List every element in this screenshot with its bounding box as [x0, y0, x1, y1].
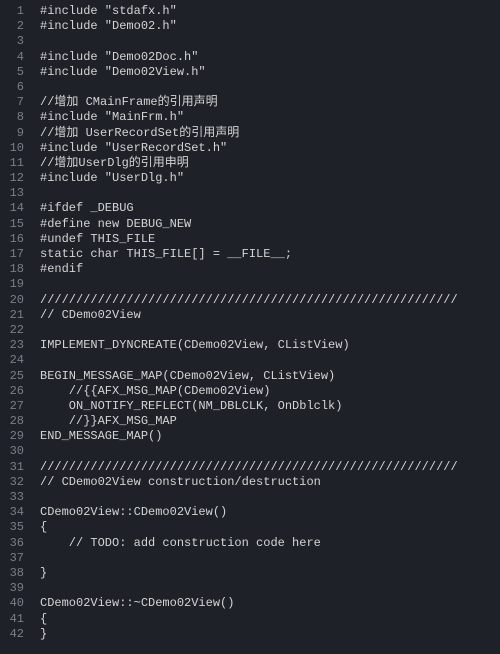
line-number: 39	[0, 581, 24, 596]
code-line[interactable]: }	[40, 566, 500, 581]
code-area[interactable]: #include "stdafx.h"#include "Demo02.h" #…	[30, 0, 500, 654]
line-number: 8	[0, 110, 24, 125]
line-number: 37	[0, 551, 24, 566]
line-number: 2	[0, 19, 24, 34]
line-number: 18	[0, 262, 24, 277]
line-number: 36	[0, 536, 24, 551]
code-line[interactable]: #include "MainFrm.h"	[40, 110, 500, 125]
code-line[interactable]	[40, 353, 500, 368]
code-line[interactable]	[40, 277, 500, 292]
code-line[interactable]: #include "Demo02.h"	[40, 19, 500, 34]
code-line[interactable]: //增加UserDlg的引用申明	[40, 156, 500, 171]
code-line[interactable]: IMPLEMENT_DYNCREATE(CDemo02View, CListVi…	[40, 338, 500, 353]
line-number: 16	[0, 232, 24, 247]
line-number: 21	[0, 308, 24, 323]
line-number: 3	[0, 34, 24, 49]
line-number: 25	[0, 369, 24, 384]
code-line[interactable]: #include "stdafx.h"	[40, 4, 500, 19]
line-number: 35	[0, 520, 24, 535]
code-line[interactable]: #include "UserRecordSet.h"	[40, 141, 500, 156]
line-number: 40	[0, 596, 24, 611]
code-line[interactable]: ON_NOTIFY_REFLECT(NM_DBLCLK, OnDblclk)	[40, 399, 500, 414]
line-number: 4	[0, 50, 24, 65]
line-number: 17	[0, 247, 24, 262]
code-line[interactable]	[40, 490, 500, 505]
line-number: 29	[0, 429, 24, 444]
code-line[interactable]: ////////////////////////////////////////…	[40, 460, 500, 475]
line-number: 32	[0, 475, 24, 490]
code-line[interactable]: #include "UserDlg.h"	[40, 171, 500, 186]
line-number: 13	[0, 186, 24, 201]
code-line[interactable]: {	[40, 520, 500, 535]
line-number: 19	[0, 277, 24, 292]
line-number: 20	[0, 293, 24, 308]
line-number: 10	[0, 141, 24, 156]
code-line[interactable]	[40, 551, 500, 566]
code-line[interactable]	[40, 80, 500, 95]
line-number: 6	[0, 80, 24, 95]
code-line[interactable]: static char THIS_FILE[] = __FILE__;	[40, 247, 500, 262]
line-number: 12	[0, 171, 24, 186]
code-line[interactable]	[40, 34, 500, 49]
line-number: 42	[0, 627, 24, 642]
code-line[interactable]	[40, 581, 500, 596]
line-number: 41	[0, 612, 24, 627]
line-number: 30	[0, 444, 24, 459]
line-number: 33	[0, 490, 24, 505]
line-number: 26	[0, 384, 24, 399]
code-line[interactable]: CDemo02View::~CDemo02View()	[40, 596, 500, 611]
code-line[interactable]: }	[40, 627, 500, 642]
line-number: 5	[0, 65, 24, 80]
line-number: 34	[0, 505, 24, 520]
line-number: 1	[0, 4, 24, 19]
code-line[interactable]: BEGIN_MESSAGE_MAP(CDemo02View, CListView…	[40, 369, 500, 384]
line-number: 9	[0, 126, 24, 141]
code-line[interactable]	[40, 444, 500, 459]
line-number-gutter: 1234567891011121314151617181920212223242…	[0, 0, 30, 654]
line-number: 7	[0, 95, 24, 110]
line-number: 14	[0, 201, 24, 216]
code-line[interactable]: //增加 CMainFrame的引用声明	[40, 95, 500, 110]
code-line[interactable]	[40, 186, 500, 201]
line-number: 24	[0, 353, 24, 368]
code-line[interactable]: // CDemo02View construction/destruction	[40, 475, 500, 490]
code-line[interactable]: #include "Demo02Doc.h"	[40, 50, 500, 65]
line-number: 27	[0, 399, 24, 414]
code-line[interactable]: #undef THIS_FILE	[40, 232, 500, 247]
line-number: 28	[0, 414, 24, 429]
code-line[interactable]: END_MESSAGE_MAP()	[40, 429, 500, 444]
code-line[interactable]: #ifdef _DEBUG	[40, 201, 500, 216]
line-number: 11	[0, 156, 24, 171]
code-line[interactable]: // TODO: add construction code here	[40, 536, 500, 551]
code-line[interactable]: //{{AFX_MSG_MAP(CDemo02View)	[40, 384, 500, 399]
code-line[interactable]: CDemo02View::CDemo02View()	[40, 505, 500, 520]
code-line[interactable]	[40, 323, 500, 338]
line-number: 23	[0, 338, 24, 353]
code-line[interactable]: {	[40, 612, 500, 627]
code-line[interactable]: //}}AFX_MSG_MAP	[40, 414, 500, 429]
code-line[interactable]: #endif	[40, 262, 500, 277]
line-number: 22	[0, 323, 24, 338]
code-line[interactable]: #define new DEBUG_NEW	[40, 217, 500, 232]
line-number: 15	[0, 217, 24, 232]
code-line[interactable]: // CDemo02View	[40, 308, 500, 323]
code-line[interactable]: #include "Demo02View.h"	[40, 65, 500, 80]
code-line[interactable]: ////////////////////////////////////////…	[40, 293, 500, 308]
line-number: 38	[0, 566, 24, 581]
line-number: 31	[0, 460, 24, 475]
code-line[interactable]: //增加 UserRecordSet的引用声明	[40, 126, 500, 141]
